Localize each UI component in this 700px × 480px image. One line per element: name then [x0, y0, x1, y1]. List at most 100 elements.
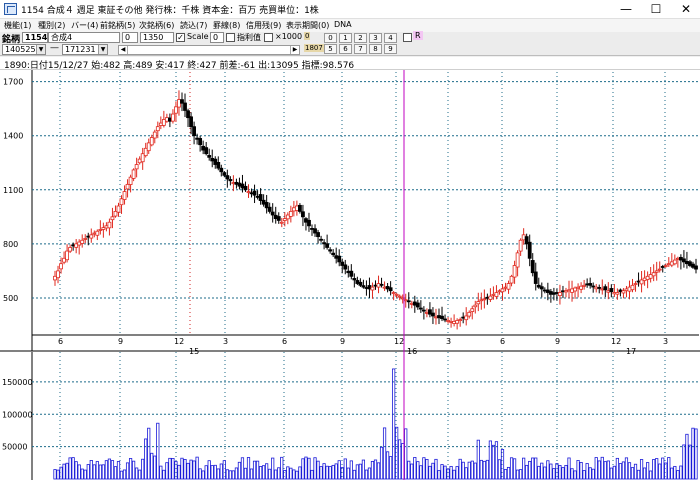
volume-bar	[292, 469, 296, 480]
number-button-7[interactable]: 7	[354, 44, 367, 54]
number-button-6[interactable]: 6	[339, 44, 352, 54]
number-button-2[interactable]: 2	[354, 33, 367, 43]
number-button-8[interactable]: 8	[369, 44, 382, 54]
volume-bar	[609, 467, 613, 480]
volume-bar	[231, 470, 235, 480]
volume-bar	[240, 457, 245, 480]
chart-area[interactable]: 6 9 12 3 6 9 12 3 6 9 12 3 15 16 17 1700 1400 1100 800 500 1…	[0, 70, 700, 480]
param-b-field[interactable]: 1350	[140, 32, 174, 43]
volume-bar	[355, 464, 359, 480]
volume-bar	[603, 461, 607, 480]
menu-item-lines[interactable]: 罫線(8)	[213, 20, 240, 31]
minimize-button[interactable]: —	[612, 0, 640, 19]
volume-bar	[576, 460, 580, 480]
volume-bar	[331, 464, 335, 480]
number-button-1[interactable]: 1	[339, 33, 352, 43]
candle-body	[149, 137, 154, 146]
candle-body	[249, 192, 254, 195]
volume-bar	[458, 458, 462, 480]
candle-body	[92, 232, 97, 235]
maximize-button[interactable]: ☐	[642, 0, 670, 19]
stock-name-field[interactable]: 合成4	[48, 32, 120, 43]
candle-body	[555, 292, 559, 294]
param-a-field[interactable]: 0	[122, 32, 138, 43]
volume-bar	[446, 468, 450, 480]
menu-item-load[interactable]: 読込(7)	[180, 20, 207, 31]
volume-bar	[71, 457, 75, 480]
scroll-right-icon[interactable]: ▶	[290, 46, 299, 54]
volume-bar	[92, 464, 96, 480]
candle-body	[685, 260, 689, 265]
volume-bar	[358, 463, 362, 480]
candle-body	[189, 116, 193, 128]
param-c-field[interactable]: 0	[210, 32, 224, 43]
menu-item-period[interactable]: 表示期間(0)	[286, 20, 329, 31]
volume-bar	[434, 458, 438, 480]
candle-body	[548, 291, 553, 295]
candle-body	[237, 182, 242, 187]
candle-body	[582, 284, 587, 287]
x-year-tick-label: 16	[407, 347, 417, 356]
candle-body	[307, 219, 311, 227]
volume-bar	[198, 468, 202, 480]
volume-bar	[642, 467, 647, 480]
volume-bar	[389, 456, 393, 480]
menu-item-bar[interactable]: バー(4)	[71, 20, 98, 31]
menu-item-function[interactable]: 機能(1)	[4, 20, 31, 31]
candle-body	[446, 320, 450, 322]
code-input[interactable]: 1154	[22, 32, 48, 43]
candle-body	[597, 287, 602, 289]
candle-body	[415, 302, 420, 308]
menu-item-type[interactable]: 種別(2)	[38, 20, 65, 31]
candle-body	[515, 252, 520, 268]
volume-bar	[404, 428, 408, 480]
candle-body	[65, 250, 69, 261]
number-button-3[interactable]: 3	[369, 33, 382, 43]
menu-item-dna[interactable]: DNA	[334, 20, 352, 29]
menu-item-margin[interactable]: 信用残(9)	[246, 20, 281, 31]
candle-body	[355, 280, 360, 284]
close-button[interactable]: ✕	[672, 0, 700, 19]
volume-bar	[210, 465, 214, 480]
volume-bar	[153, 455, 157, 480]
menu-item-next-stock[interactable]: 次銘柄(6)	[139, 20, 174, 31]
candle-body	[119, 198, 124, 206]
volume-bar	[639, 459, 644, 480]
candle-body	[573, 287, 577, 292]
number-button-4[interactable]: 4	[384, 33, 397, 43]
volume-bar	[516, 469, 520, 480]
x1000-checkbox[interactable]	[264, 33, 273, 42]
candle-body	[255, 195, 260, 198]
price-y-tick-label: 500	[3, 294, 18, 303]
number-button-9[interactable]: 9	[384, 44, 397, 54]
volume-bar	[343, 458, 347, 480]
candle-body	[570, 288, 574, 293]
candle-body	[645, 275, 650, 280]
scroll-left-icon[interactable]: ◀	[119, 46, 128, 54]
date-scrollbar[interactable]: ◀ ▶	[118, 45, 300, 55]
log-checkbox[interactable]	[226, 33, 235, 42]
candle-body	[485, 296, 490, 299]
volume-bar	[255, 460, 260, 480]
candle-body	[397, 295, 402, 298]
top-tag: 0	[304, 32, 311, 40]
r-checkbox[interactable]	[403, 33, 412, 42]
x1000-label: ×1000	[275, 32, 303, 41]
menu-item-prev-stock[interactable]: 前銘柄(5)	[100, 20, 135, 31]
scale-checkbox[interactable]: ✓	[176, 33, 185, 42]
candle-body	[473, 304, 478, 308]
volume-bar	[98, 464, 102, 480]
volume-bar	[141, 458, 145, 480]
volume-bar	[53, 469, 57, 480]
number-button-0[interactable]: 0	[324, 33, 337, 43]
volume-bar	[646, 462, 650, 480]
candle-body	[74, 243, 79, 248]
candle-body	[101, 227, 106, 230]
end-date-select[interactable]: 171231 ▼	[62, 44, 108, 55]
candle-body	[228, 179, 233, 182]
volume-bar	[268, 468, 272, 480]
number-button-5[interactable]: 5	[324, 44, 337, 54]
start-date-select[interactable]: 140525 ▼	[2, 44, 46, 55]
candle-body	[660, 266, 665, 268]
candle-body	[539, 286, 544, 290]
